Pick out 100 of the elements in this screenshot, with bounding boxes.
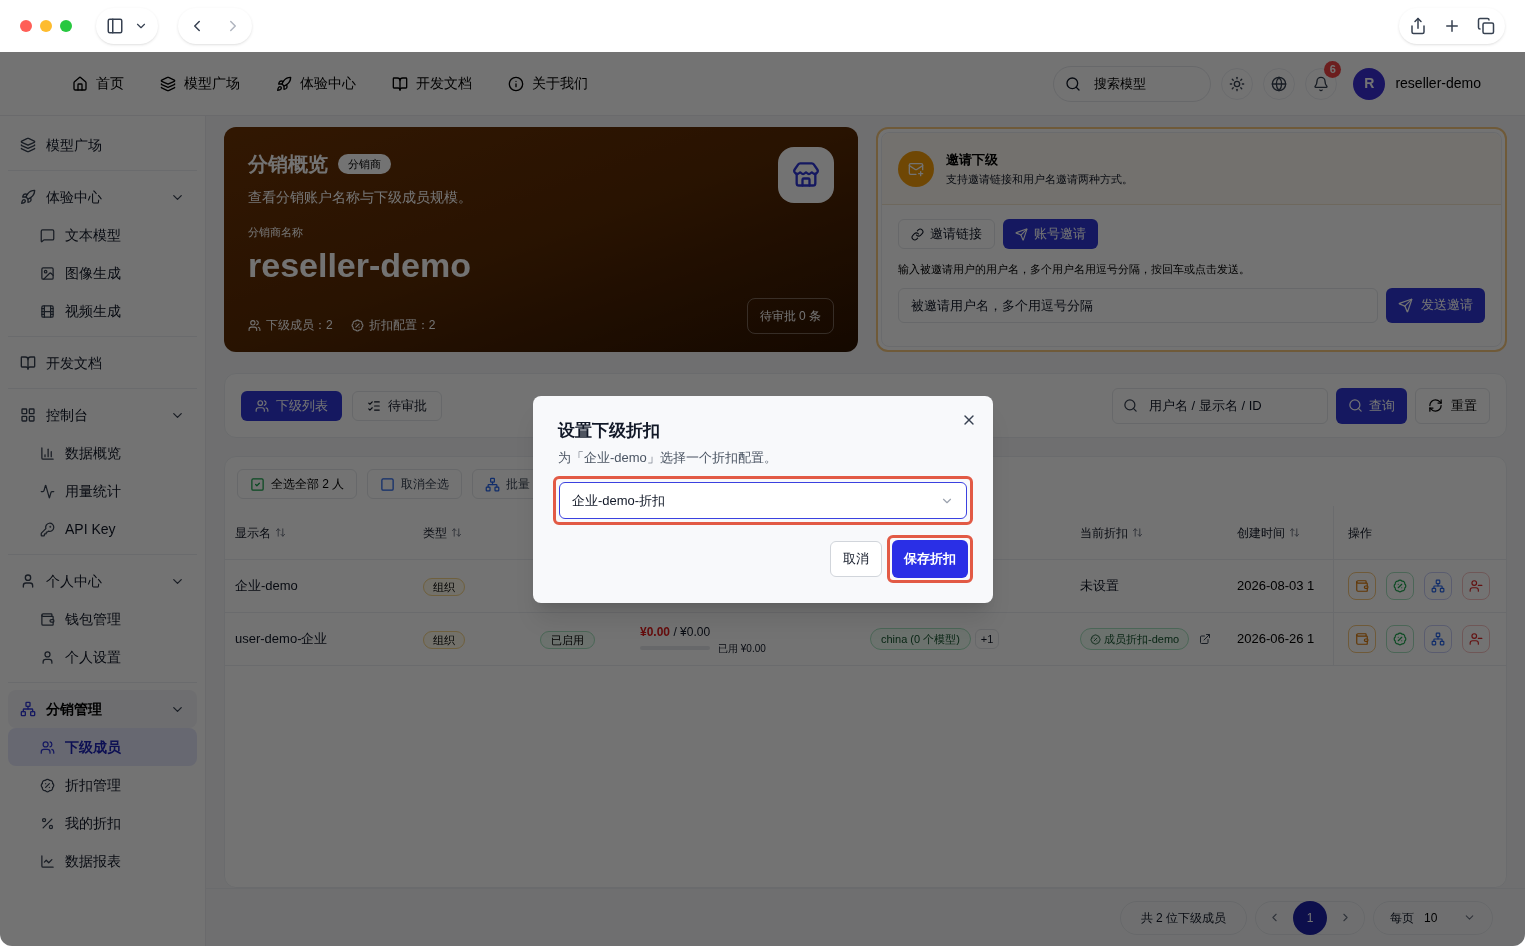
row-action-button[interactable] — [1386, 625, 1414, 653]
info-icon — [508, 75, 524, 92]
sidebar-section[interactable]: 开发文档 — [8, 344, 197, 382]
nav-link[interactable]: 体验中心 — [276, 73, 356, 94]
model-search-field[interactable]: 搜索模型 — [1053, 65, 1212, 102]
sun-icon — [1229, 75, 1246, 92]
bulk-button[interactable]: 全选全部 2 人 — [237, 469, 358, 499]
sidebar-item[interactable]: 用量统计 — [8, 472, 197, 510]
sidebar-item[interactable]: 折扣管理 — [8, 766, 197, 804]
invite-tab[interactable]: 账号邀请 — [1003, 219, 1098, 249]
member-search-field[interactable]: 用户名 / 显示名 / ID — [1112, 387, 1328, 424]
sidebar-item[interactable]: 图像生成 — [8, 254, 197, 292]
hierarchy-icon — [20, 701, 36, 717]
link-icon — [911, 227, 924, 241]
send-invite-button[interactable]: 发送邀请 — [1386, 287, 1485, 323]
save-discount-button[interactable]: 保存折扣 — [892, 540, 968, 578]
cancel-button[interactable]: 取消 — [830, 541, 882, 577]
column-header[interactable]: 显示名 — [235, 523, 423, 542]
send-icon — [1398, 297, 1413, 313]
row-action-button[interactable] — [1424, 625, 1452, 653]
discount-icon — [40, 777, 55, 793]
minimize-window-icon[interactable] — [40, 20, 52, 32]
percent-icon — [40, 815, 55, 831]
external-link-icon[interactable] — [1199, 633, 1212, 645]
checklist-icon — [367, 398, 381, 413]
sidebar-item[interactable]: 下级成员 — [8, 728, 197, 766]
stat-text: 折扣配置：2 — [350, 316, 436, 334]
sort-icon — [275, 527, 286, 538]
column-header[interactable]: 创建时间 — [1237, 523, 1333, 542]
bulk-button[interactable]: 取消全选 — [367, 469, 463, 499]
discount-icon — [1090, 633, 1101, 645]
sidebar-item[interactable]: API Key — [8, 510, 197, 548]
row-action-button[interactable] — [1348, 572, 1376, 600]
username-input[interactable]: 被邀请用户名，多个用逗号分隔 — [898, 287, 1378, 323]
store-button[interactable] — [778, 147, 834, 203]
user-name[interactable]: reseller-demo — [1395, 73, 1481, 94]
globe-icon — [1271, 75, 1288, 92]
nav-link[interactable]: 关于我们 — [508, 73, 588, 94]
row-action-button[interactable] — [1462, 572, 1490, 600]
nav-link[interactable]: 开发文档 — [392, 73, 472, 94]
row-action-button[interactable] — [1348, 625, 1376, 653]
tabs-icon[interactable] — [1477, 17, 1495, 35]
table-cell-text: user-demo-企业 — [235, 630, 329, 649]
nav-link[interactable]: 首页 — [72, 73, 124, 94]
sidebar-item[interactable]: 数据概览 — [8, 434, 197, 472]
sidebar-item[interactable]: 我的折扣 — [8, 804, 197, 842]
pending-chip[interactable]: 待审批 0 条 — [746, 298, 834, 334]
name-label: 分销商名称 — [248, 225, 303, 240]
sidebar-item[interactable]: 文本模型 — [8, 216, 197, 254]
list-tab[interactable]: 待审批 — [352, 390, 442, 421]
query-button[interactable]: 查询 — [1336, 387, 1407, 424]
users-icon — [255, 398, 269, 413]
discount-select[interactable]: 企业-demo-折扣 — [559, 482, 967, 519]
invite-tab[interactable]: 邀请链接 — [898, 219, 995, 249]
sidebar-section[interactable]: 分销管理 — [8, 690, 197, 728]
users-icon — [248, 318, 261, 332]
close-window-icon[interactable] — [20, 20, 32, 32]
plus-icon[interactable] — [1443, 17, 1461, 35]
invite-hint: 输入被邀请用户的用户名，多个用户名用逗号分隔，按回车或点击发送。 — [898, 262, 1251, 277]
row-action-button[interactable] — [1424, 572, 1452, 600]
bell-icon — [1313, 75, 1330, 92]
user-avatar[interactable]: R — [1353, 67, 1386, 100]
column-header[interactable]: 类型 — [423, 523, 540, 542]
sidebar-item[interactable]: 钱包管理 — [8, 600, 197, 638]
invite-title: 邀请下级 — [946, 150, 999, 169]
row-action-button[interactable] — [1462, 625, 1490, 653]
rocket-icon — [276, 75, 292, 92]
maximize-window-icon[interactable] — [60, 20, 72, 32]
table-cell-text: 2026-08-03 1 — [1237, 577, 1316, 596]
share-icon[interactable] — [1409, 17, 1427, 35]
card-subtitle: 查看分销账户名称与下级成员规模。 — [248, 188, 472, 207]
sidebar-section[interactable]: 控制台 — [8, 396, 197, 434]
hierarchy-icon — [485, 476, 501, 492]
refresh-icon — [1428, 398, 1443, 413]
discount-icon — [1393, 579, 1407, 593]
discount-tag[interactable]: 成员折扣-demo — [1080, 627, 1190, 651]
sidebar-section[interactable]: 体验中心 — [8, 178, 197, 216]
card-title: 分销概览 — [248, 152, 328, 177]
sidebar-item[interactable]: 视频生成 — [8, 292, 197, 330]
list-tab[interactable]: 下级列表 — [241, 390, 342, 421]
sort-icon — [1132, 527, 1143, 538]
hierarchy-icon — [1431, 632, 1445, 646]
column-header[interactable]: 当前折扣 — [1080, 523, 1237, 542]
row-action-button[interactable] — [1386, 572, 1414, 600]
sidebar-item[interactable]: 个人设置 — [8, 638, 197, 676]
type-tag: 组织 — [423, 578, 465, 596]
reseller-name: reseller-demo — [248, 244, 471, 286]
sidebar-section[interactable]: 模型广场 — [8, 126, 197, 164]
sidebar-item[interactable]: 数据报表 — [8, 842, 197, 880]
image-icon — [40, 265, 55, 281]
user-icon — [40, 649, 55, 665]
nav-link[interactable]: 模型广场 — [160, 73, 240, 94]
reset-button[interactable]: 重置 — [1415, 387, 1490, 424]
hierarchy-icon — [1431, 579, 1445, 593]
user-icon — [20, 573, 36, 589]
group-tag: china (0 个模型) — [870, 627, 971, 651]
page-button[interactable]: 1 — [1293, 900, 1327, 935]
line-chart-icon — [40, 853, 55, 869]
search-icon — [1348, 398, 1363, 413]
sidebar-section[interactable]: 个人中心 — [8, 562, 197, 600]
